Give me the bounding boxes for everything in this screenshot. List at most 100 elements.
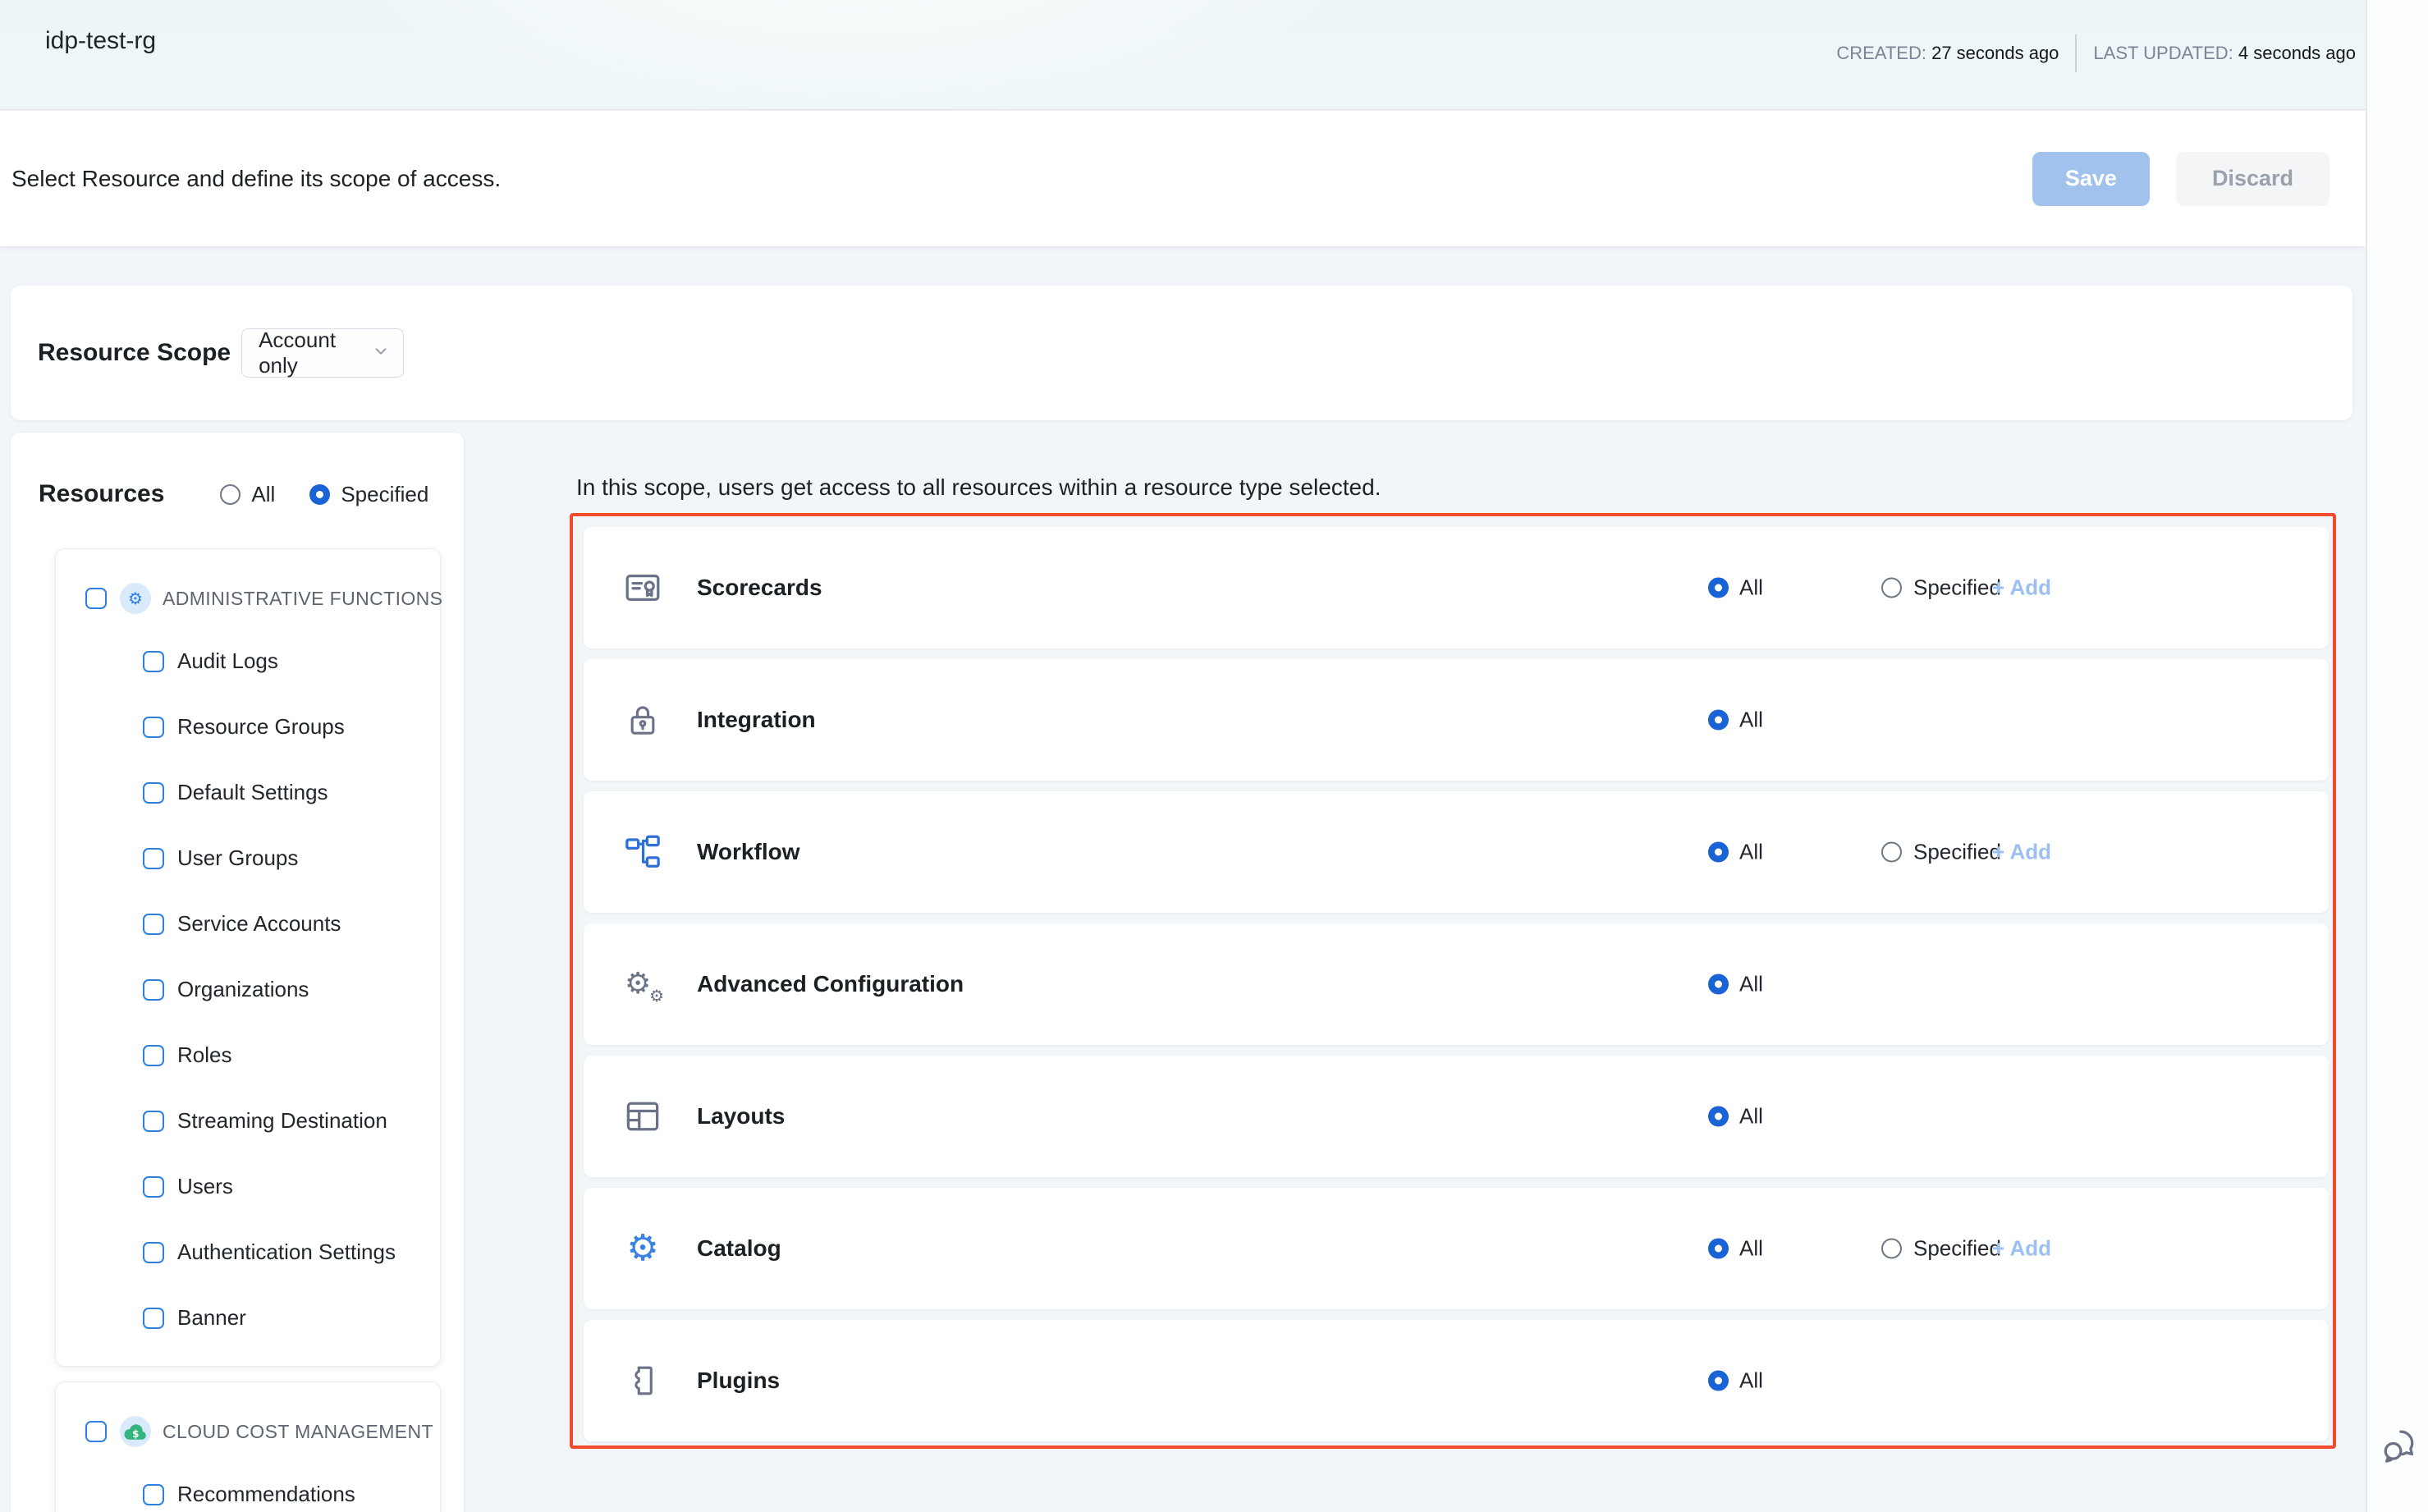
resource-item-label: Users [177,1174,233,1199]
resource-group-header: $ CLOUD COST MANAGEMENT [85,1416,433,1447]
resource-item: Default Settings [143,780,328,805]
resource-type-label: Integration [697,707,816,733]
resource-item: Streaming Destination [143,1108,387,1134]
resource-group-card: $ CLOUD COST MANAGEMENT Recommendations [55,1381,441,1512]
resource-item-checkbox[interactable] [143,848,164,869]
discard-button[interactable]: Discard [2176,152,2330,206]
resources-specified-radio[interactable] [309,484,330,505]
page-title: idp-test-rg [45,27,156,55]
resource-scope-label: Resource Scope [38,339,231,367]
all-radio[interactable] [1708,1371,1729,1391]
gear-icon: ⚙ [120,583,151,614]
add-link[interactable]: + Add [1992,1236,2051,1262]
resource-item-checkbox[interactable] [143,1045,164,1066]
resource-item-checkbox[interactable] [143,1484,164,1505]
resource-group-label: CLOUD COST MANAGEMENT [163,1421,433,1443]
add-link[interactable]: + Add [1992,840,2051,865]
all-radio[interactable] [1708,1107,1729,1127]
resource-item-checkbox[interactable] [143,1242,164,1263]
workflow-icon [623,832,662,872]
chevron-down-icon [372,342,390,364]
specified-radio-label: Specified [1913,840,2001,865]
resource-item-checkbox[interactable] [143,651,164,672]
resource-type-row: LayoutsAll [584,1056,2329,1177]
lock-icon [623,700,662,740]
resource-type-row: Plugins All [584,1320,2329,1441]
resource-scope-selected: Account only [259,328,372,378]
page-header: idp-test-rg CREATED: 27 seconds ago LAST… [0,0,2366,110]
all-radio-label: All [1739,708,1763,733]
all-radio-label: All [1739,1104,1763,1129]
resource-types-container: ScorecardsAllSpecified+ AddIntegrationAl… [570,513,2336,1449]
resource-item: Resource Groups [143,714,345,740]
resource-item: Organizations [143,977,309,1002]
resources-all-label: All [251,482,275,507]
resource-item-checkbox[interactable] [143,979,164,1001]
resource-item-checkbox[interactable] [143,1111,164,1132]
specified-radio-label: Specified [1913,1236,2001,1262]
gear-blue-icon: ⚙ [623,1229,662,1268]
specified-radio[interactable] [1881,578,1902,598]
all-radio[interactable] [1708,1239,1729,1259]
toolbar: Select Resource and define its scope of … [0,111,2366,246]
resource-item-label: Roles [177,1042,231,1068]
resource-item-label: Organizations [177,977,309,1002]
resource-group-checkbox[interactable] [85,588,107,609]
all-radio[interactable] [1708,710,1729,731]
resource-group-label: ADMINISTRATIVE FUNCTIONS [163,588,442,610]
resource-group-checkbox[interactable] [85,1421,107,1442]
resource-scope-card: Resource Scope Account only [11,286,2352,420]
all-radio-label: All [1739,840,1763,865]
resource-type-row: ⚙CatalogAllSpecified+ Add [584,1188,2329,1309]
resource-item: Banner [143,1305,246,1331]
specified-radio[interactable] [1881,842,1902,863]
resources-header: Resources All Specified [39,480,428,508]
resource-item-checkbox[interactable] [143,782,164,804]
resource-item: Roles [143,1042,231,1068]
all-radio-label: All [1739,575,1763,601]
all-radio-label: All [1739,1236,1763,1262]
resource-item-label: Audit Logs [177,648,278,674]
cloud-dollar-icon: $ [120,1416,151,1447]
resource-type-label: Plugins [697,1368,780,1394]
resource-item-label: Resource Groups [177,714,345,740]
save-button[interactable]: Save [2032,152,2150,206]
app-window: idp-test-rg CREATED: 27 seconds ago LAST… [0,0,2367,1512]
all-radio[interactable] [1708,842,1729,863]
resource-type-label: Advanced Configuration [697,971,964,997]
resource-item: Authentication Settings [143,1239,396,1265]
all-radio[interactable] [1708,974,1729,995]
all-radio-label: All [1739,1368,1763,1394]
resource-type-row: ⚙⚙Advanced ConfigurationAll [584,923,2329,1045]
specified-radio[interactable] [1881,1239,1902,1259]
resource-item-checkbox[interactable] [143,1176,164,1198]
add-link[interactable]: + Add [1992,575,2051,601]
resource-item: Recommendations [143,1482,355,1507]
resource-group-header: ⚙ ADMINISTRATIVE FUNCTIONS [85,583,442,614]
resource-type-label: Scorecards [697,575,822,601]
toolbar-subtitle: Select Resource and define its scope of … [11,166,501,192]
resource-item-label: Service Accounts [177,911,341,937]
header-meta: CREATED: 27 seconds ago LAST UPDATED: 4 … [1836,34,2356,72]
resource-item-label: Recommendations [177,1482,355,1507]
resource-type-row: ScorecardsAllSpecified+ Add [584,527,2329,648]
resource-scope-dropdown[interactable]: Account only [241,328,404,378]
resource-type-label: Workflow [697,839,799,865]
resource-item-checkbox[interactable] [143,914,164,935]
all-radio[interactable] [1708,578,1729,598]
resource-type-row: Workflow All Specified+ Add [584,791,2329,913]
resource-item: Audit Logs [143,648,278,674]
resources-all-radio[interactable] [220,484,241,505]
resource-item: Users [143,1174,233,1199]
resources-specified-label: Specified [341,482,428,507]
resource-type-row: Integration All [584,659,2329,781]
resource-item-checkbox[interactable] [143,1308,164,1329]
resource-item-label: User Groups [177,845,298,871]
chat-help-icon[interactable] [2379,1423,2421,1466]
scope-note: In this scope, users get access to all r… [576,474,1381,501]
resource-item-label: Default Settings [177,780,328,805]
resource-item-checkbox[interactable] [143,717,164,738]
resource-group-card: ⚙ ADMINISTRATIVE FUNCTIONS Audit Logs Resou… [55,548,441,1367]
svg-text:$: $ [132,1428,139,1440]
resource-item: User Groups [143,845,298,871]
